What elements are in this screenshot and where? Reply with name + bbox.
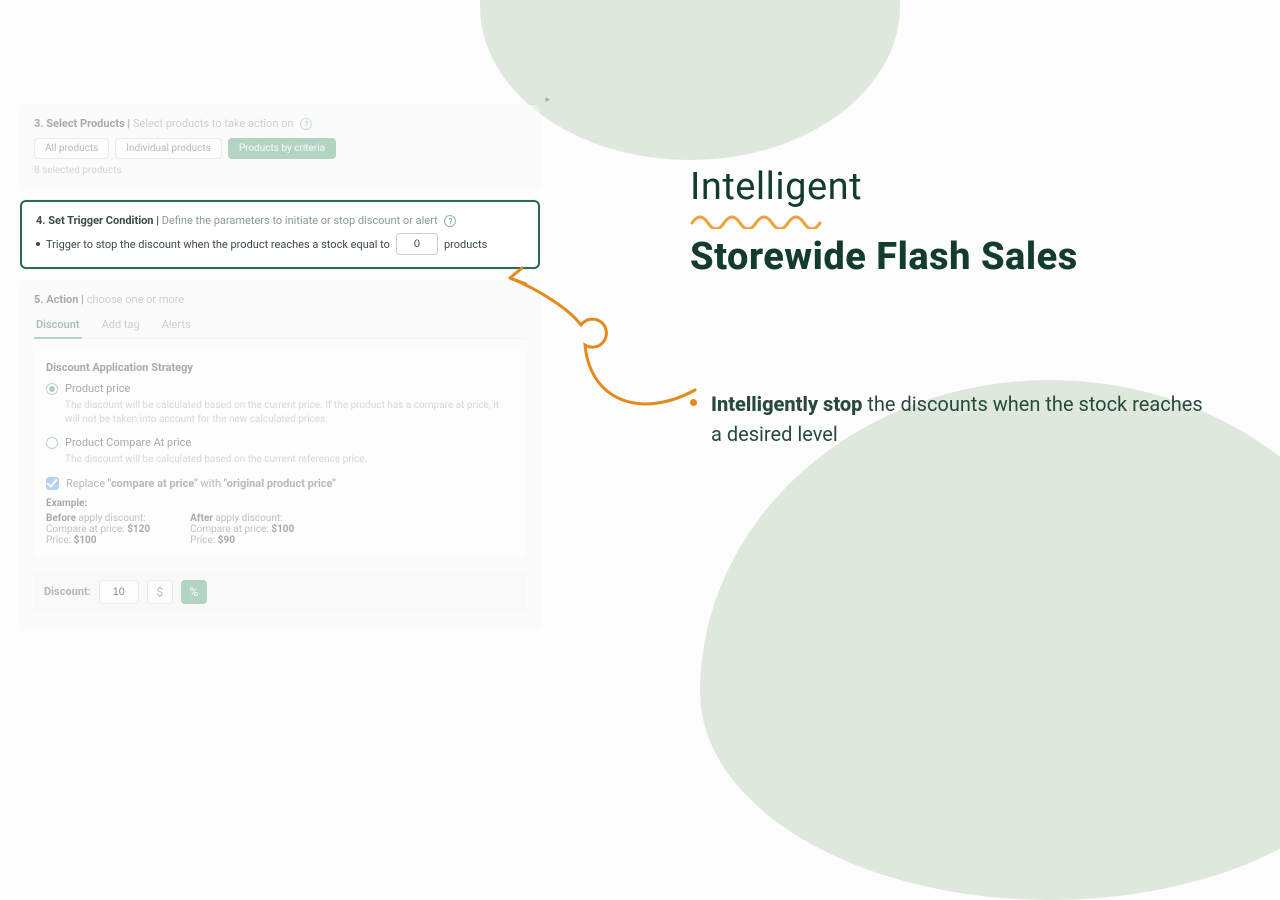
marketing-bullet: Intelligently stop the discounts when th…	[690, 389, 1210, 449]
discount-strategy-block: Discount Application Strategy Product pr…	[34, 349, 526, 558]
trigger-text-b: products	[444, 238, 487, 251]
bullet-icon	[36, 242, 40, 246]
tab-alerts[interactable]: Alerts	[160, 312, 193, 338]
bg-blob-bottom-right-2	[740, 600, 960, 800]
trigger-condition-card: 4. Set Trigger Condition | Define the pa…	[20, 200, 540, 269]
select-products-title: 3. Select Products |	[34, 117, 133, 130]
select-products-card: 3. Select Products | Select products to …	[20, 105, 540, 188]
unit-percent-button[interactable]: %	[181, 580, 207, 604]
radio-compare-at-desc: The discount will be calculated based on…	[65, 453, 514, 467]
discount-label: Discount:	[44, 585, 91, 598]
radio-product-price[interactable]: Product price	[46, 382, 514, 395]
marketing-title-line1: Intelligent	[690, 165, 1210, 209]
product-filter-row: All products Individual products Product…	[34, 138, 526, 159]
stock-threshold-input[interactable]	[396, 233, 438, 255]
radio-product-price-desc: The discount will be calculated based on…	[65, 399, 514, 426]
pill-all-products[interactable]: All products	[34, 138, 109, 159]
selected-count-note: 8 selected products	[34, 165, 526, 176]
discount-value-input[interactable]	[99, 580, 139, 604]
radio-product-price-label: Product price	[65, 382, 130, 395]
select-products-sub: Select products to take action on	[133, 117, 294, 130]
marketing-title-line2: Storewide Flash Sales	[690, 235, 1210, 279]
discount-amount-row: Discount: $ %	[34, 572, 526, 612]
replace-price-checkbox-row[interactable]: Replace "compare at price" with "origina…	[46, 477, 514, 490]
pill-individual-products[interactable]: Individual products	[115, 138, 222, 159]
action-title: 5. Action |	[34, 293, 87, 306]
help-icon[interactable]: ?	[444, 215, 456, 227]
example-before-col: Before apply discount: Compare at price:…	[46, 513, 150, 546]
radio-compare-at-price[interactable]: Product Compare At price	[46, 436, 514, 449]
action-card: 5. Action | choose one or more Discount …	[20, 281, 540, 628]
tab-discount[interactable]: Discount	[34, 312, 82, 339]
checkbox-icon	[46, 477, 59, 490]
marketing-bullet-text: Intelligently stop the discounts when th…	[711, 389, 1210, 449]
strategy-title: Discount Application Strategy	[46, 361, 514, 374]
example-label: Example:	[46, 498, 87, 509]
unit-currency-button[interactable]: $	[147, 580, 173, 604]
pill-products-by-criteria[interactable]: Products by criteria	[228, 138, 336, 159]
action-sub: choose one or more	[87, 293, 185, 306]
marketing-pane: Intelligent Storewide Flash Sales Intell…	[690, 165, 1210, 449]
brand-mark: ▸	[545, 95, 550, 105]
squiggle-underline-icon	[690, 213, 840, 229]
replace-text: Replace "compare at price" with "origina…	[66, 477, 336, 490]
example-after-col: After apply discount: Compare at price: …	[190, 513, 294, 546]
radio-icon	[46, 383, 58, 395]
bullet-dot-icon	[690, 399, 697, 406]
radio-compare-at-label: Product Compare At price	[65, 436, 191, 449]
tab-add-tag[interactable]: Add tag	[100, 312, 142, 338]
example-block: Example: Before apply discount: Compare …	[46, 498, 514, 546]
app-panel: ▸ 3. Select Products | Select products t…	[0, 105, 560, 640]
trigger-line: Trigger to stop the discount when the pr…	[36, 233, 524, 255]
radio-icon	[46, 437, 58, 449]
trigger-text-a: Trigger to stop the discount when the pr…	[46, 238, 390, 251]
action-tabs: Discount Add tag Alerts	[34, 312, 526, 339]
trigger-sub: Define the parameters to initiate or sto…	[162, 214, 438, 227]
help-icon[interactable]: ?	[300, 118, 312, 130]
bullet-bold: Intelligently stop	[711, 392, 862, 416]
trigger-title: 4. Set Trigger Condition |	[36, 214, 162, 227]
